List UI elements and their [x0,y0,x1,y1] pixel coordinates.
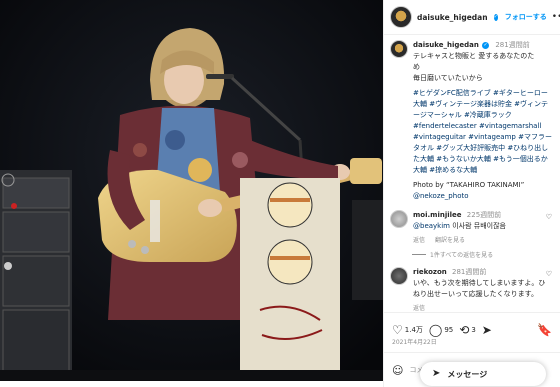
emoji-icon[interactable]: ☺ [392,364,403,377]
caption-line2: め [413,63,420,71]
photo-credit: Photo by “TAKAHIRO TAKINAMI” [413,181,525,189]
photo-bottom-strip [0,381,383,387]
verified-icon: ✓ [493,13,498,21]
send-action[interactable]: ➤ [482,324,492,336]
caption-hashtags[interactable]: #ヒゲダンFC配信ライブ #ギターヒーロー大輔 #ヴィンテージ楽器は貯金 #ヴィ… [413,88,552,176]
comment-action[interactable]: ◯ 95 [429,324,453,336]
reply-button[interactable]: 返信 [413,237,425,244]
more-icon[interactable]: ••• [552,12,560,22]
comment-username[interactable]: riekozon [413,268,447,276]
avatar[interactable] [390,210,408,228]
post-header: daisuke_higedan ✓ フォローする ••• [384,0,560,35]
replies-divider [412,254,426,255]
comments-scroll-area[interactable]: daisuke_higedan ✓ 281週間前 テレキャスと物販と 愛するあな… [384,35,560,315]
send-icon: ➤ [432,368,441,379]
like-action[interactable]: ♡ 1.4万 [392,324,423,336]
bookmark-icon[interactable]: 🔖 [537,324,552,336]
comment-item: riekozon 281週間前 いや、もう次を期待してしまいますよ。ひねり出せー… [390,267,552,314]
share-count: 3 [471,325,476,334]
post-date: 2021年4月22日 [392,339,437,346]
post-photo[interactable] [0,0,383,387]
comment-count: 95 [444,325,454,334]
header-username[interactable]: daisuke_higedan [417,13,488,22]
comment-item: moi.minjilee 225週間前 @beaykim 이사람 뮤배이잖음 返… [390,210,552,246]
comment-text: いや、もう次を期待してしまいますよ。ひねり出せーいって応援したくなります。 [413,279,546,298]
avatar[interactable] [390,6,412,28]
caption: daisuke_higedan ✓ 281週間前 テレキャスと物販と 愛するあな… [390,40,552,202]
caption-line3: 毎日磨いていたいから [413,74,483,82]
comment-heart-icon[interactable]: ♡ [546,270,552,278]
reply-button[interactable]: 返信 [413,305,425,312]
follow-button[interactable]: フォローする [505,12,547,22]
send-icon[interactable]: ➤ [482,324,492,336]
comment-text: 이사람 뮤배이잖음 [450,222,506,230]
comment-icon[interactable]: ◯ [429,324,442,336]
view-replies[interactable]: 1件すべての返信を見る [412,250,552,259]
caption-time: 281週間前 [495,41,530,49]
like-count: 1.4万 [404,325,423,334]
avatar[interactable] [390,267,408,285]
translate-button[interactable]: 翻訳を見る [435,237,465,244]
comment-heart-icon[interactable]: ♡ [546,213,552,221]
messages-label: メッセージ [447,369,488,379]
post-sidebar: daisuke_higedan ✓ フォローする ••• daisuke_hig… [383,0,560,387]
messages-button[interactable]: ➤ メッセージ [420,362,546,386]
comment-mention[interactable]: @beaykim [413,222,450,230]
share-icon[interactable]: ⟲ [459,324,469,336]
verified-icon: ✓ [482,41,490,49]
heart-icon[interactable]: ♡ [392,324,403,336]
comment-username[interactable]: moi.minjilee [413,211,462,219]
comment-time: 281週間前 [451,268,487,276]
share-action[interactable]: ⟲ 3 [459,324,476,336]
concert-photo-illustration [0,0,383,387]
caption-line1: テレキャスと物販と 愛するあなたのた [413,52,535,60]
view-replies-label[interactable]: 1件すべての返信を見る [430,250,493,259]
photo-credit-handle[interactable]: @nekoze_photo [413,191,552,202]
avatar[interactable] [390,40,408,58]
comment-time: 225週間前 [466,211,502,219]
caption-username[interactable]: daisuke_higedan [413,41,479,49]
